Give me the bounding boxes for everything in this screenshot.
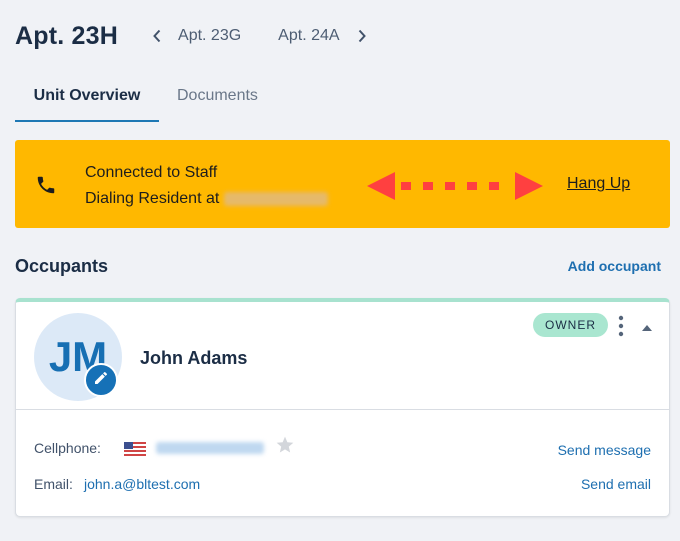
unit-header: Apt. 23H Apt. 23G Apt. 24A — [15, 18, 367, 54]
us-flag-icon — [124, 442, 146, 461]
tab-unit-overview[interactable]: Unit Overview — [15, 76, 159, 122]
hang-up-button[interactable]: Hang Up — [567, 175, 630, 193]
send-message-button[interactable]: Send message — [558, 442, 651, 458]
occupant-name: John Adams — [140, 348, 248, 368]
call-status-banner: Connected to Staff Dialing Resident at H… — [15, 140, 670, 228]
cellphone-label: Cellphone: — [34, 440, 101, 456]
call-status-line-1: Connected to Staff — [85, 164, 218, 181]
email-link[interactable]: john.a@bltest.com — [84, 476, 200, 492]
call-status-text: Connected to Staff Dialing Resident at — [85, 160, 328, 212]
owner-badge: OWNER — [533, 313, 608, 337]
send-email-button[interactable]: Send email — [581, 476, 651, 492]
chevron-right-icon[interactable] — [357, 29, 367, 43]
card-divider — [16, 409, 669, 410]
tab-bar: Unit Overview Documents — [15, 76, 258, 122]
email-label: Email: — [34, 476, 73, 492]
prev-unit-link[interactable]: Apt. 23G — [178, 27, 241, 45]
chevron-left-icon[interactable] — [152, 29, 162, 43]
next-unit-link[interactable]: Apt. 24A — [278, 27, 339, 45]
phone-icon — [35, 174, 57, 201]
star-icon[interactable] — [275, 435, 295, 460]
more-vert-icon[interactable] — [616, 315, 626, 342]
double-arrow-annotation — [367, 172, 543, 200]
occupants-heading: Occupants — [15, 256, 109, 276]
redacted-phone-number — [223, 191, 328, 206]
call-status-line-2: Dialing Resident at — [85, 186, 328, 212]
page-title: Apt. 23H — [15, 21, 119, 50]
add-occupant-button[interactable]: Add occupant — [568, 258, 661, 274]
tab-documents[interactable]: Documents — [177, 76, 258, 122]
pencil-icon — [93, 370, 109, 391]
edit-avatar-button[interactable] — [84, 363, 118, 397]
redacted-cellphone-number — [156, 442, 264, 454]
dialing-label: Dialing Resident at — [85, 190, 220, 207]
collapse-caret-icon[interactable] — [641, 319, 653, 337]
occupant-card: JM John Adams OWNER Cellphone: Send mess… — [15, 298, 670, 517]
